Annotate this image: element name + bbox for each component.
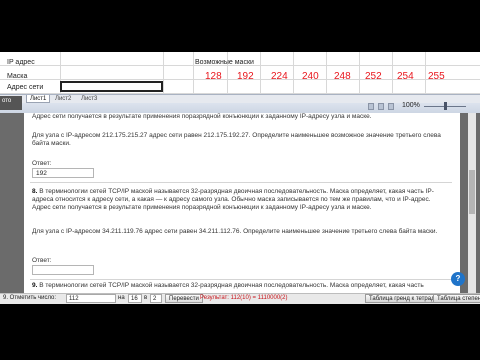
tab-sheet1[interactable]: Лист1 <box>26 95 51 103</box>
cell-mask-value[interactable]: 254 <box>397 71 414 82</box>
convert-button[interactable]: Перевести <box>165 294 203 303</box>
cell-network-address-label[interactable]: Адрес сети <box>7 84 43 91</box>
answer-input-q7[interactable]: 192 <box>32 168 94 178</box>
sheet-col-line <box>163 52 164 96</box>
page-scrollbar-thumb[interactable] <box>469 170 475 214</box>
to-base-label: в <box>144 295 148 301</box>
sheet-col-line <box>193 52 194 96</box>
question-9-body: В терминологии сетей TCP/IP маской назыв… <box>39 282 424 289</box>
answer-label: Ответ: <box>32 160 52 167</box>
sheet-col-line <box>260 52 261 96</box>
divider <box>30 279 452 280</box>
cell-mask-value[interactable]: 252 <box>365 71 382 82</box>
from-base-label: на <box>118 295 125 301</box>
number-input[interactable]: 112 <box>66 294 116 303</box>
question-8-body: В терминологии сетей TCP/IP маской назыв… <box>32 188 434 211</box>
answer-label: Ответ: <box>32 257 52 264</box>
zoom-slider-thumb[interactable] <box>444 102 447 110</box>
cell-mask-value[interactable]: 192 <box>237 71 254 82</box>
to-base-input[interactable]: 2 <box>150 294 162 303</box>
left-panel-label: ото <box>0 96 22 110</box>
divider <box>30 182 452 183</box>
converter-label: 9. Отметить число: <box>3 295 57 301</box>
tab-sheet2[interactable]: Лист2 <box>52 95 74 103</box>
screen: IP адрес Маска Адрес сети Возможные маск… <box>0 0 480 360</box>
sheet-col-line <box>293 52 294 96</box>
cell-ip-address-label[interactable]: IP адрес <box>7 59 35 66</box>
zoom-level: 100% <box>402 102 420 109</box>
taskbar-item-powers-table[interactable]: Таблица степеней <box>433 294 480 303</box>
taskbar-item-bases-table[interactable]: Таблица гренд к тетрад <box>365 294 439 303</box>
cell-mask-value[interactable]: 224 <box>271 71 288 82</box>
cell-mask-value[interactable]: 128 <box>205 71 222 82</box>
conversion-result: Результат: 112(10) = 1110000(2) <box>200 295 288 301</box>
page-break-icon[interactable] <box>388 103 394 110</box>
question-7-text: Для узла с IP-адресом 212.175.215.27 адр… <box>32 132 441 147</box>
question-8-text: 8. В терминологии сетей TCP/IP маской на… <box>32 188 447 212</box>
question-number: 8. <box>32 188 38 195</box>
cell-mask-value[interactable]: 248 <box>334 71 351 82</box>
from-base-input[interactable]: 16 <box>128 294 142 303</box>
answer-input-q8[interactable] <box>32 265 94 275</box>
cell-mask-label[interactable]: Маска <box>7 73 27 80</box>
cell-possible-masks-header[interactable]: Возможные маски <box>195 59 254 66</box>
normal-view-icon[interactable] <box>368 103 374 110</box>
sheet-col-line <box>425 52 426 96</box>
sheet-col-line <box>326 52 327 96</box>
help-button[interactable]: ? <box>451 272 465 286</box>
sheet-col-line <box>392 52 393 96</box>
cell-mask-value[interactable]: 255 <box>428 71 445 82</box>
question-number: 9. <box>32 282 38 289</box>
page-layout-icon[interactable] <box>378 103 384 110</box>
letterbox-bottom <box>0 304 480 360</box>
letterbox-top <box>0 0 480 52</box>
question-fragment-text: Адрес сети получается в результате приме… <box>32 113 372 120</box>
question-8-prompt: Для узла с IP-адресом 34.211.119.76 адре… <box>32 228 438 235</box>
cell-mask-value[interactable]: 240 <box>302 71 319 82</box>
sheet-col-line <box>359 52 360 96</box>
tab-sheet3[interactable]: Лист3 <box>78 95 100 103</box>
question-9-text: 9. В терминологии сетей TCP/IP маской на… <box>32 282 447 290</box>
selected-cell[interactable] <box>60 81 163 92</box>
